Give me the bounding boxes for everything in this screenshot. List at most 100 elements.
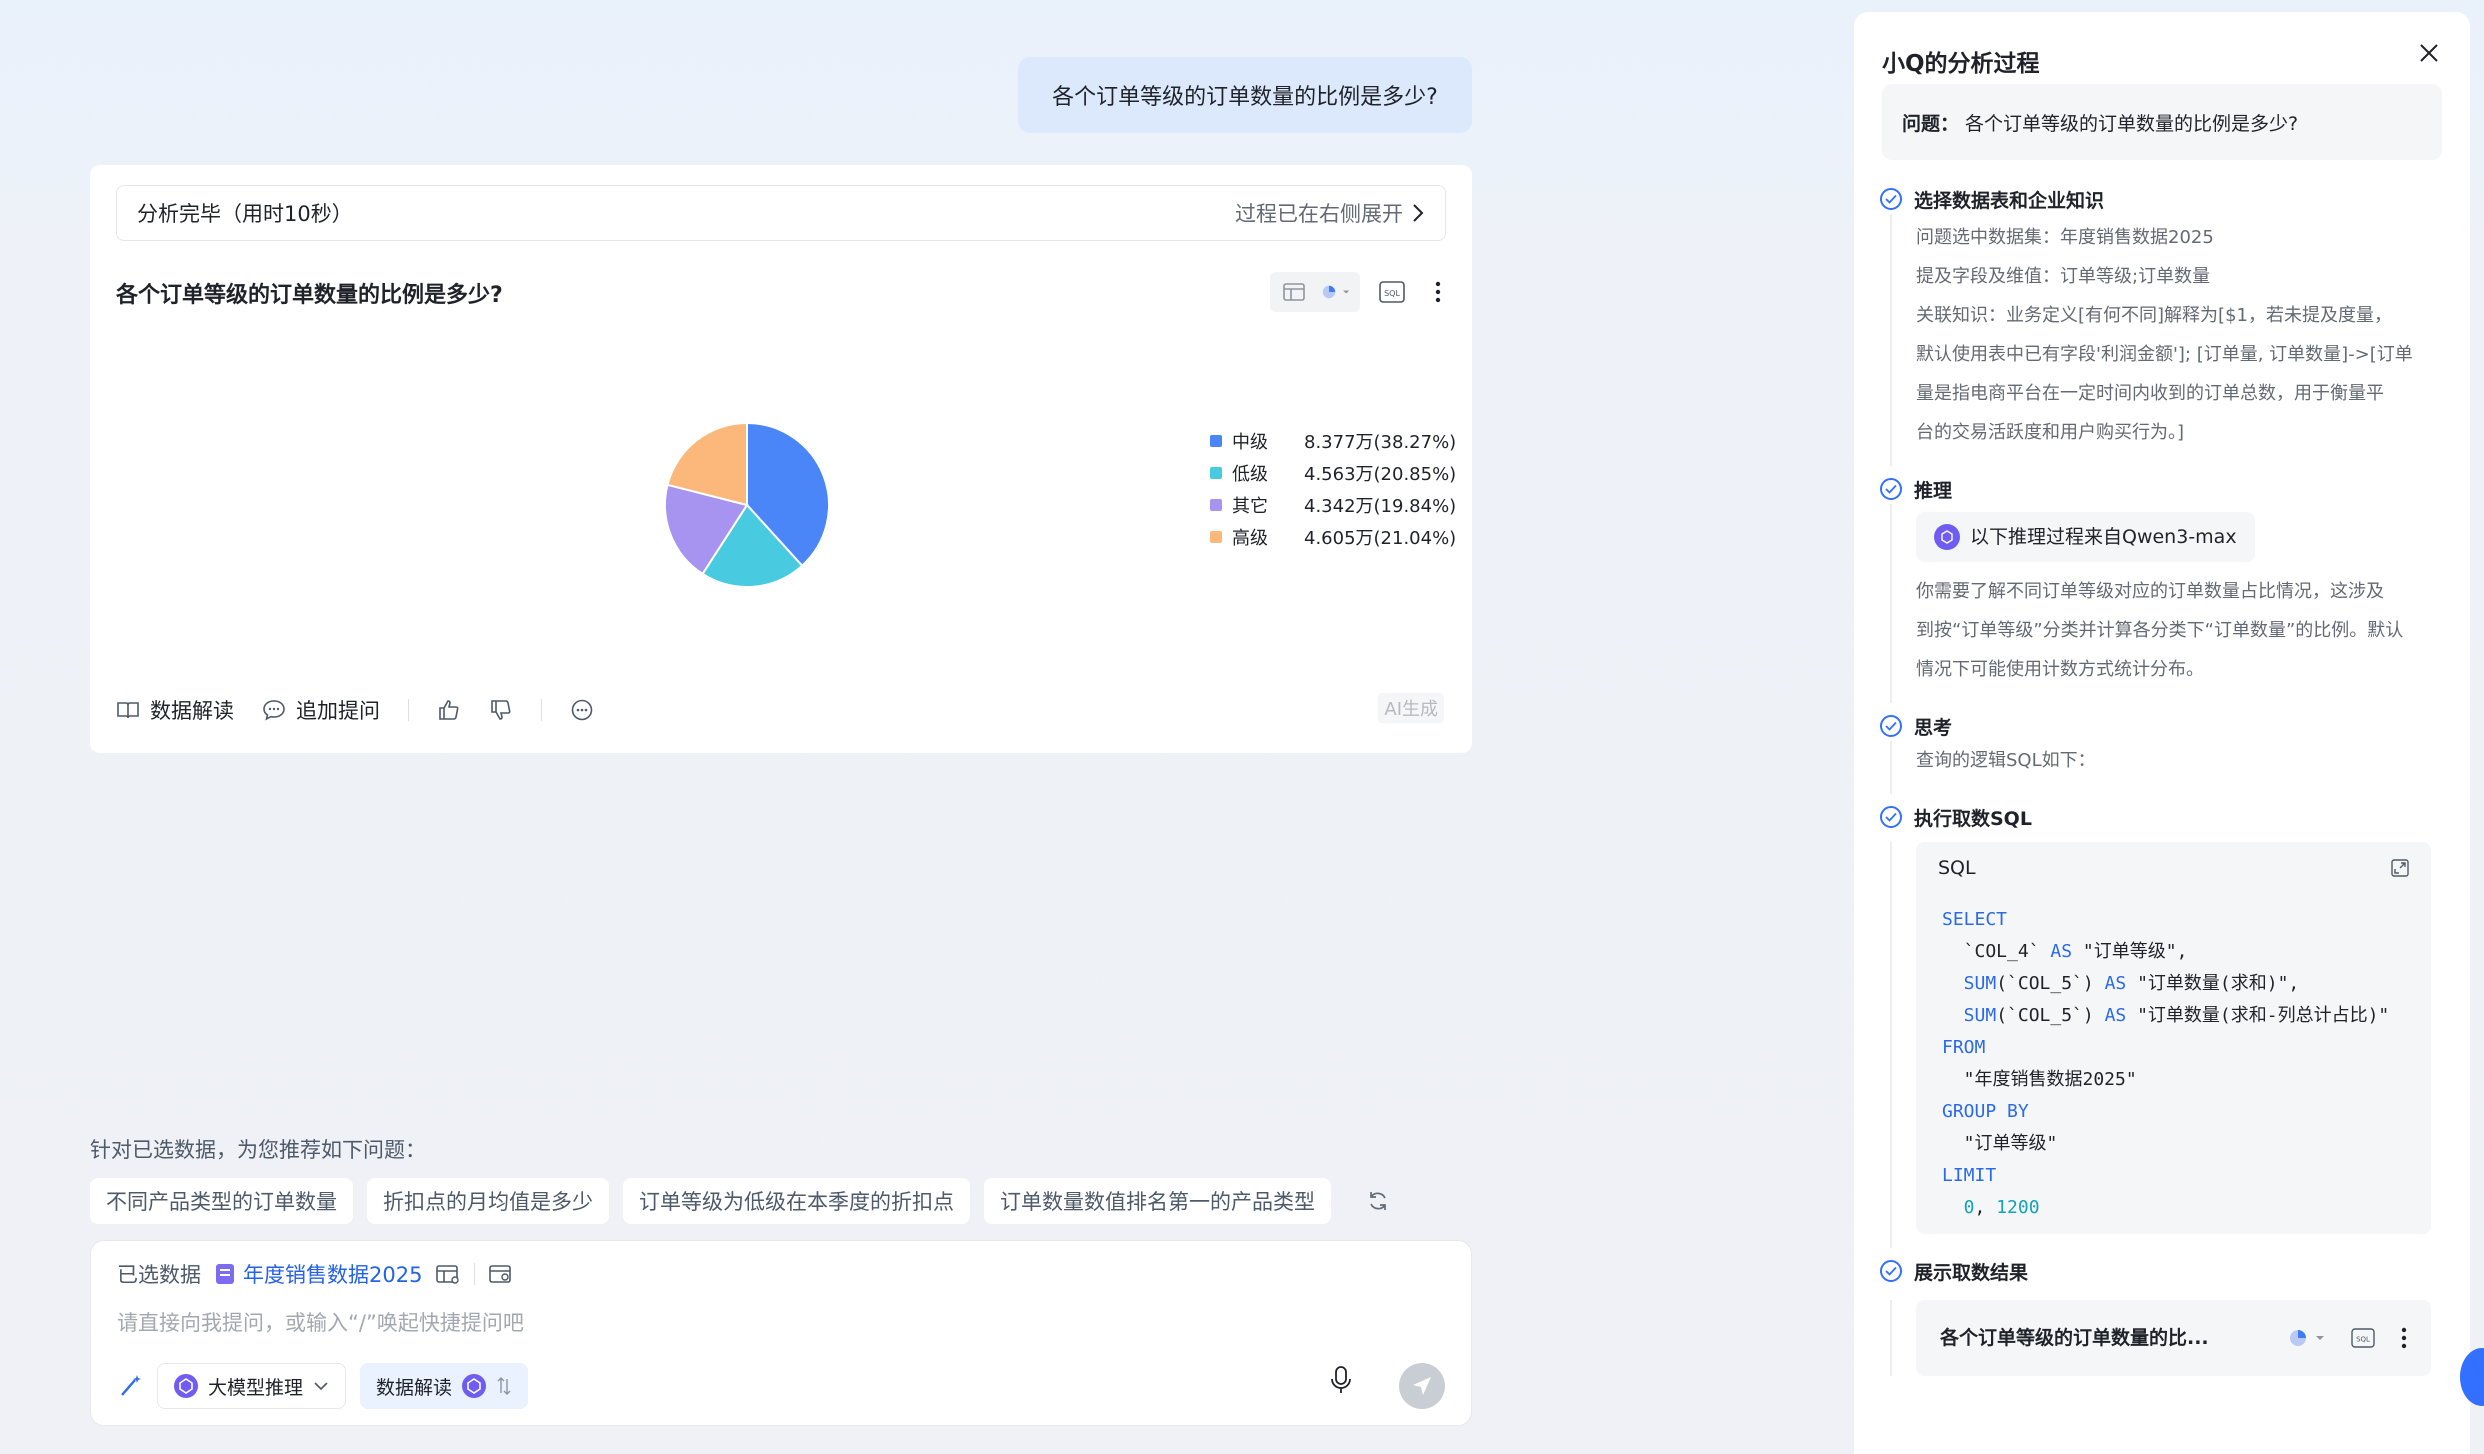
analysis-status-bar[interactable]: 分析完毕（用时10秒） 过程已在右侧展开 bbox=[116, 185, 1446, 241]
legend-label: 其它 bbox=[1232, 496, 1268, 517]
step-line: 查询的逻辑SQL如下： bbox=[1916, 750, 2096, 771]
recommend-chip[interactable]: 折扣点的月均值是多少 bbox=[367, 1178, 609, 1224]
data-settings-icon[interactable] bbox=[489, 1264, 513, 1284]
legend-swatch bbox=[1210, 531, 1222, 543]
ai-generated-tag: AI生成 bbox=[1378, 693, 1444, 723]
legend-swatch bbox=[1210, 467, 1222, 479]
dataset-chip[interactable]: 年度销售数据2025 bbox=[215, 1259, 422, 1289]
step-line: 关联知识：业务定义[有何不同]解释为[$1，若未提及度量， bbox=[1916, 305, 2392, 326]
panel-title: 小Q的分析过程 bbox=[1882, 51, 2040, 77]
table-view-icon[interactable] bbox=[1280, 278, 1308, 306]
more-vertical-icon[interactable] bbox=[2401, 1327, 2407, 1349]
model-select-pill[interactable]: 大模型推理 bbox=[157, 1363, 347, 1409]
legend-label: 低级 bbox=[1232, 464, 1268, 485]
legend-value: 8.377万(38.27%) bbox=[1304, 432, 1457, 453]
legend-value: 4.563万(20.85%) bbox=[1304, 464, 1457, 485]
more-vertical-icon[interactable] bbox=[1424, 278, 1452, 306]
svg-text:SQL: SQL bbox=[2356, 1336, 2370, 1344]
step-line: 台的交易活跃度和用户购买行为。] bbox=[1916, 422, 2185, 443]
magic-wand-icon[interactable] bbox=[117, 1373, 143, 1399]
dataset-icon bbox=[216, 1264, 234, 1284]
step-execute-sql: 执行取数SQL SQL SELECT `COL_4` AS "订单等级", SU… bbox=[1880, 802, 2444, 1248]
sql-token: "订单数量(求和-列总计占比)" bbox=[2126, 1005, 2390, 1026]
sql-token: (`COL_5`) bbox=[1996, 1005, 2105, 1026]
result-preview-card[interactable]: 各个订单等级的订单数量的比... SQL bbox=[1916, 1300, 2431, 1376]
process-expanded-text: 过程已在右侧展开 bbox=[1235, 202, 1403, 226]
table-preview-icon[interactable] bbox=[436, 1264, 460, 1284]
sql-token: SELECT bbox=[1942, 909, 2008, 930]
sql-token: "年度销售数据2025" bbox=[1942, 1069, 2137, 1090]
chat-input-placeholder[interactable]: 请直接向我提问，或输入“/”唤起快捷提问吧 bbox=[117, 1307, 524, 1337]
sql-token: 1200 bbox=[1996, 1197, 2040, 1218]
pie-chart-dropdown-icon[interactable] bbox=[2289, 1328, 2325, 1348]
step-title: 思考 bbox=[1914, 716, 1953, 739]
send-button[interactable] bbox=[1399, 1363, 1445, 1409]
recommend-chip[interactable]: 订单等级为低级在本季度的折扣点 bbox=[623, 1178, 970, 1224]
interpret-toggle-pill[interactable]: 数据解读 bbox=[360, 1363, 529, 1409]
follow-up-button[interactable]: 追加提问 bbox=[262, 695, 380, 725]
legend-item-2[interactable]: 其它 4.342万(19.84%) bbox=[1210, 489, 1456, 521]
legend-item-0[interactable]: 中级 8.377万(38.27%) bbox=[1210, 425, 1456, 457]
chat-bubble-icon bbox=[263, 700, 285, 721]
sql-code-block: SQL SELECT `COL_4` AS "订单等级", SUM(`COL_5… bbox=[1916, 842, 2431, 1234]
sql-token: AS bbox=[2050, 941, 2073, 962]
sql-token: 0 bbox=[1942, 1197, 1975, 1218]
microphone-icon[interactable] bbox=[1329, 1365, 1353, 1395]
sql-token: AS bbox=[2104, 1005, 2127, 1026]
legend-value: 4.605万(21.04%) bbox=[1304, 528, 1457, 549]
legend-label: 高级 bbox=[1232, 528, 1268, 549]
pie-chart-dropdown-icon[interactable] bbox=[1322, 278, 1350, 306]
close-icon[interactable] bbox=[2418, 42, 2440, 64]
legend-value: 4.342万(19.84%) bbox=[1304, 496, 1457, 517]
step-line: 你需要了解不同订单等级对应的订单数量占比情况，这涉及 bbox=[1916, 581, 2384, 602]
recommend-label: 针对已选数据，为您推荐如下问题： bbox=[90, 1138, 426, 1162]
svg-text:SQL: SQL bbox=[1384, 289, 1400, 298]
model-logo-icon bbox=[174, 1374, 198, 1398]
thumbs-up-icon[interactable] bbox=[437, 698, 461, 722]
recommend-chip[interactable]: 不同产品类型的订单数量 bbox=[90, 1178, 353, 1224]
divider bbox=[541, 699, 542, 721]
sql-icon[interactable]: SQL bbox=[2351, 1328, 2375, 1348]
model-logo-icon bbox=[1934, 524, 1960, 550]
sql-token: SUM bbox=[1942, 1005, 1997, 1026]
recommend-chip[interactable]: 订单数量数值排名第一的产品类型 bbox=[984, 1178, 1331, 1224]
sql-token: , bbox=[1974, 1197, 1997, 1218]
process-expanded-link[interactable]: 过程已在右侧展开 bbox=[1235, 198, 1425, 228]
legend-swatch bbox=[1210, 435, 1222, 447]
step-title: 执行取数SQL bbox=[1914, 807, 2032, 830]
expand-icon[interactable] bbox=[2391, 859, 2409, 877]
step-line: 情况下可能使用计数方式统计分布。 bbox=[1916, 659, 2204, 680]
sql-token: (`COL_5`) bbox=[1996, 973, 2105, 994]
refresh-icon[interactable] bbox=[1367, 1190, 1389, 1212]
legend-label: 中级 bbox=[1232, 432, 1268, 453]
selected-data-label: 已选数据 bbox=[117, 1263, 201, 1287]
model-pill-label: 大模型推理 bbox=[208, 1376, 304, 1399]
sql-token: LIMIT bbox=[1942, 1165, 1997, 1186]
step-title: 选择数据表和企业知识 bbox=[1914, 189, 2105, 212]
legend-item-1[interactable]: 低级 4.563万(20.85%) bbox=[1210, 457, 1456, 489]
question-text: 各个订单等级的订单数量的比例是多少? bbox=[1965, 112, 2299, 135]
model-source-chip: 以下推理过程来自Qwen3-max bbox=[1916, 512, 2255, 562]
sql-token: FROM bbox=[1942, 1037, 1986, 1058]
answer-card: 分析完毕（用时10秒） 过程已在右侧展开 各个订单等级的订单数量的比例是多少? … bbox=[90, 165, 1472, 753]
thumbs-down-icon[interactable] bbox=[489, 698, 513, 722]
model-source-text: 以下推理过程来自Qwen3-max bbox=[1970, 525, 2237, 548]
step-line: 量是指电商平台在一定时间内收到的订单总数，用于衡量平 bbox=[1916, 383, 2384, 404]
input-toolbar: 大模型推理 数据解读 bbox=[117, 1363, 529, 1409]
check-circle-icon bbox=[1880, 715, 1902, 737]
chart-type-switcher bbox=[1270, 272, 1360, 312]
more-horizontal-icon[interactable] bbox=[570, 698, 594, 722]
dataset-name: 年度销售数据2025 bbox=[243, 1263, 423, 1287]
panel-question-box: 问题： 各个订单等级的订单数量的比例是多少? bbox=[1882, 84, 2442, 160]
step-line: 默认使用表中已有字段'利润金额']; [订单量, 订单数量]->[订单 bbox=[1916, 344, 2413, 365]
sql-token: `COL_4` bbox=[1942, 941, 2051, 962]
analysis-process-panel: 小Q的分析过程 问题： 各个订单等级的订单数量的比例是多少? 选择数据表和企业知… bbox=[1854, 12, 2470, 1454]
data-interpret-button[interactable]: 数据解读 bbox=[116, 695, 234, 725]
chevron-down-icon bbox=[314, 1382, 328, 1391]
analysis-steps: 选择数据表和企业知识 问题选中数据集：年度销售数据2025 提及字段及维值：订单… bbox=[1880, 184, 2444, 1376]
legend-item-3[interactable]: 高级 4.605万(21.04%) bbox=[1210, 521, 1456, 553]
sql-token: "订单数量(求和)", bbox=[2126, 973, 2300, 994]
sql-icon[interactable]: SQL bbox=[1378, 278, 1406, 306]
step-line: 问题选中数据集：年度销售数据2025 bbox=[1916, 227, 2214, 248]
analysis-status-text: 分析完毕（用时10秒） bbox=[137, 202, 353, 226]
